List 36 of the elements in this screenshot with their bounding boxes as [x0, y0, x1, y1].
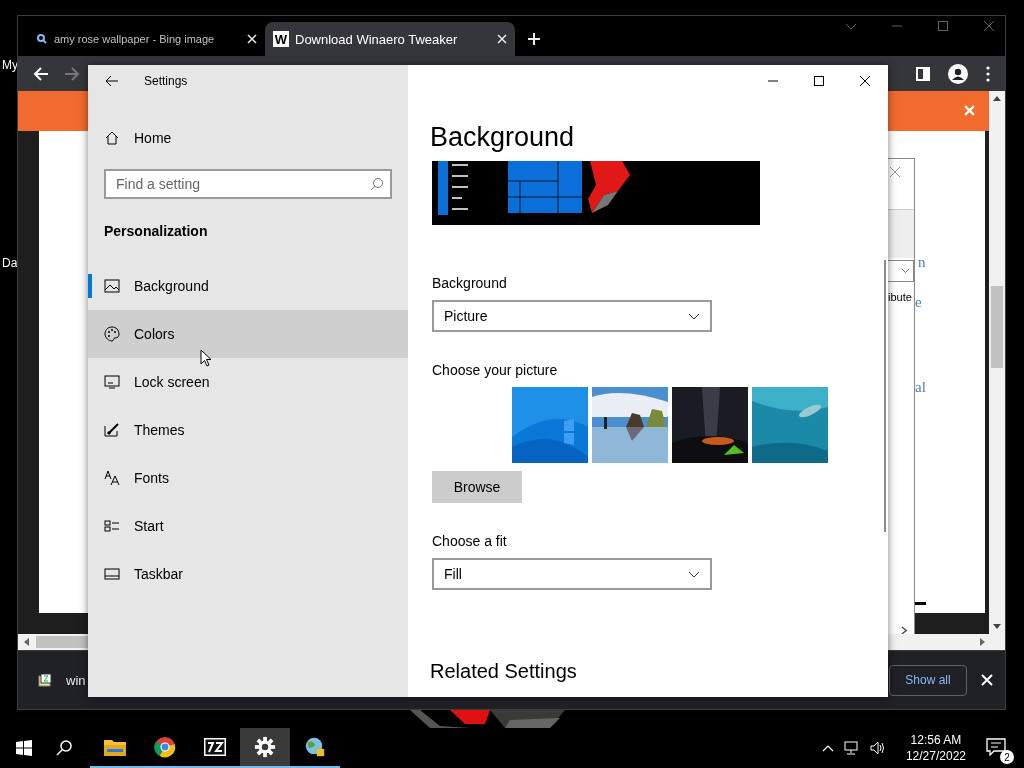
clock[interactable]: 12:56 AM 12/27/2022 [905, 732, 966, 764]
fit-dropdown[interactable]: Fill [432, 558, 712, 590]
page-link[interactable]: e [915, 294, 922, 311]
background-dropdown[interactable]: Picture [432, 300, 712, 332]
page-link[interactable]: n [918, 254, 926, 271]
field-label: Choose your picture [432, 361, 559, 379]
nav-item[interactable]: Lock screen [88, 358, 408, 406]
notification-badge: 2 [1000, 750, 1014, 764]
nav-item[interactable]: Fonts [88, 454, 408, 502]
popup-text: ibute [888, 291, 912, 303]
nav-item[interactable]: Colors [88, 310, 408, 358]
tab-title: Download Winaero Tweaker [295, 31, 459, 47]
page-heading: Background [430, 121, 576, 154]
field-label: Choose a fit [432, 532, 508, 550]
clock-time: 12:56 AM [910, 732, 962, 748]
nav-item[interactable]: Background [88, 262, 408, 310]
browser-tab[interactable]: amy rose wallpaper - Bing image [28, 22, 265, 56]
nav-item[interactable]: Themes [88, 406, 408, 454]
home-link[interactable]: Home [104, 119, 408, 157]
desktop-icon-label: Da [2, 256, 18, 270]
field-label: Background [432, 274, 508, 292]
download-item[interactable]: win [38, 672, 86, 688]
search-field[interactable]: Find a setting [104, 169, 392, 199]
page-link[interactable]: al [915, 379, 926, 396]
window-title: Settings [144, 74, 188, 88]
show-all-button[interactable]: Show all [889, 664, 967, 696]
browse-button[interactable]: Browse [432, 471, 522, 503]
nav-item[interactable]: Taskbar [88, 550, 408, 598]
section-heading: Personalization [104, 223, 209, 239]
desktop-icon-label: My [2, 58, 18, 72]
clock-date: 12/27/2022 [905, 748, 966, 764]
browser-tab[interactable]: W Download Winaero Tweaker [265, 22, 515, 56]
nav-item[interactable]: Start [88, 502, 408, 550]
section-heading: Related Settings [430, 660, 578, 683]
tab-title: amy rose wallpaper - Bing image [54, 33, 216, 45]
site-favicon: W [273, 31, 289, 47]
